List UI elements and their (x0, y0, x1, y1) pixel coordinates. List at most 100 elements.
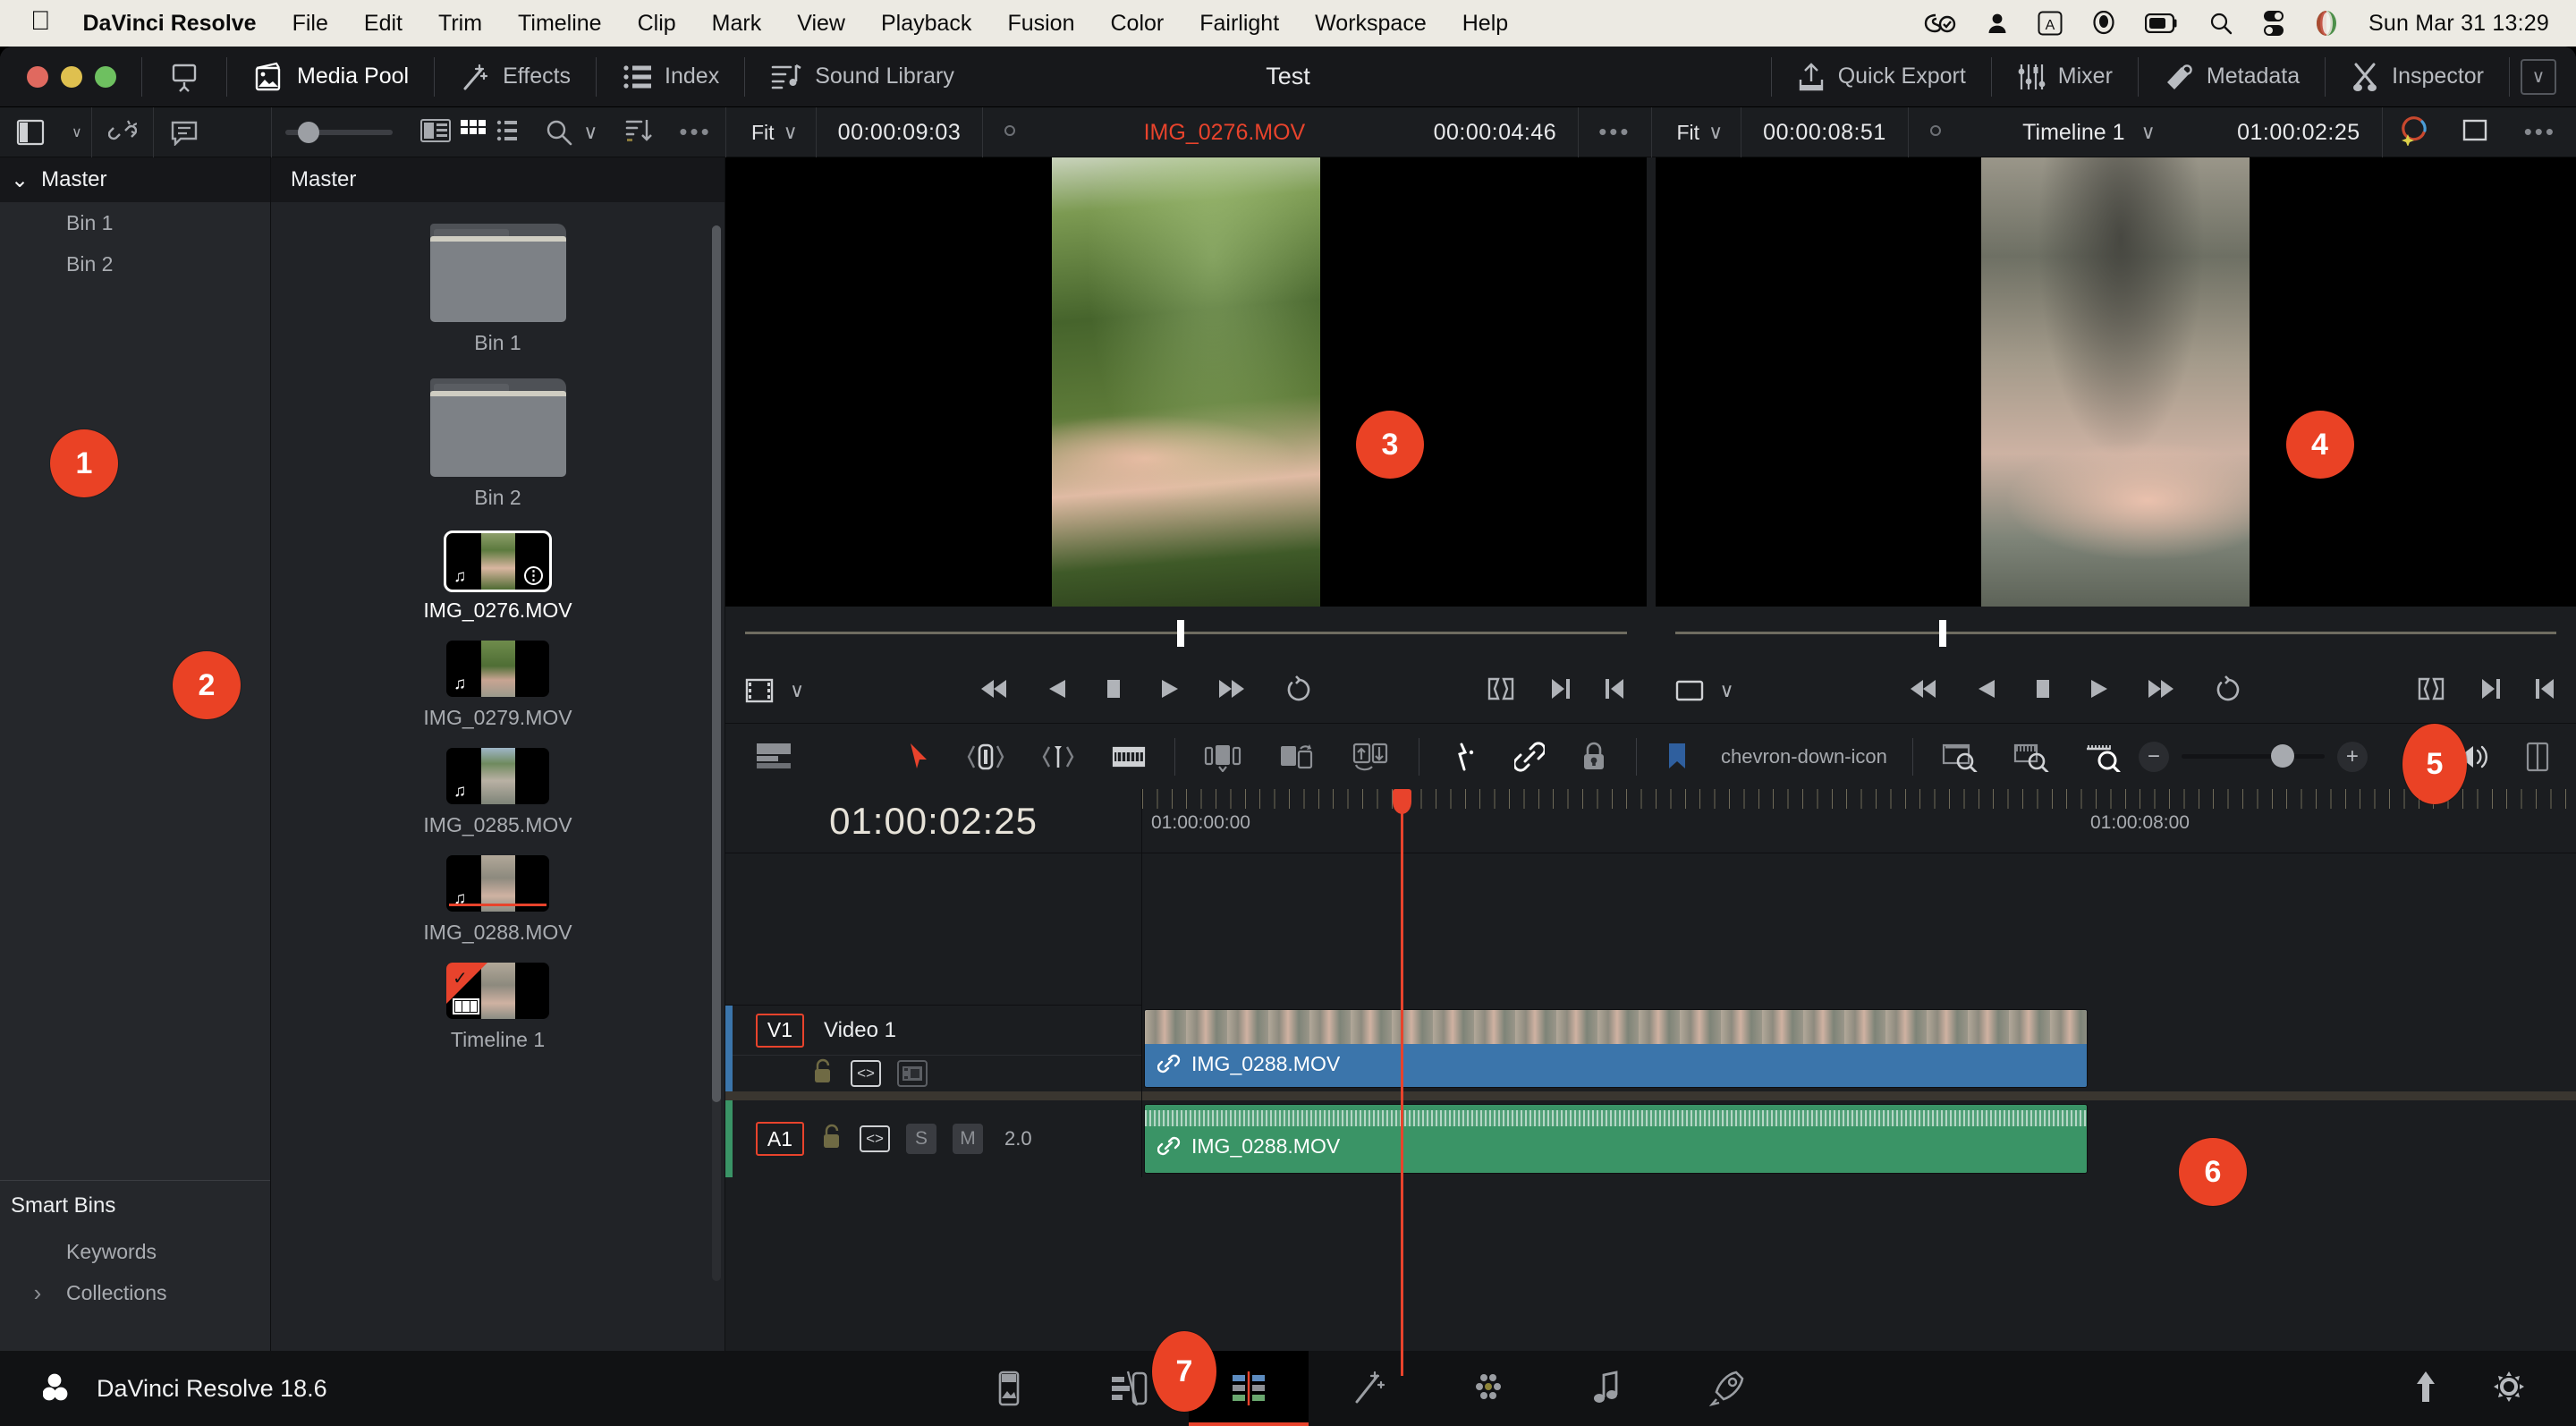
unlink-clips-button[interactable] (92, 107, 153, 157)
menu-view[interactable]: View (797, 11, 845, 37)
play-button[interactable] (1160, 677, 1180, 705)
page-tab-fusion[interactable] (1309, 1351, 1428, 1426)
sidebar-item-keywords[interactable]: Keywords (11, 1231, 270, 1272)
zoom-to-fit-button[interactable] (1924, 724, 1996, 790)
source-zoom-chevron[interactable]: ∨ (784, 121, 816, 144)
detail-zoom-button[interactable] (1996, 724, 2067, 790)
track-v1-badge[interactable]: V1 (756, 1013, 804, 1048)
lock-tracks-toggle-button[interactable] (1563, 724, 1625, 790)
menu-clip[interactable]: Clip (638, 11, 676, 37)
timeline-view-options-button[interactable] (725, 724, 809, 790)
timeline-format-chevron[interactable]: ∨ (1720, 679, 1734, 702)
media-pool-item-img-0285[interactable]: ♫ IMG_0285.MOV (271, 748, 724, 837)
list-view-button[interactable] (419, 118, 451, 147)
timeline-ruler[interactable]: 01:00:00:00 01:00:08:00 (1142, 789, 2576, 853)
control-center-icon[interactable] (2263, 10, 2284, 37)
source-duration[interactable]: 00:00:09:03 (817, 120, 983, 146)
spotlight-search-icon[interactable] (2209, 12, 2233, 35)
play-button[interactable] (2089, 677, 2109, 705)
menu-trim[interactable]: Trim (438, 11, 482, 37)
loop-button[interactable] (2215, 675, 2241, 707)
track-a1-lane[interactable]: IMG_0288.MOV (1142, 1100, 2576, 1177)
mark-out-button[interactable] (2479, 676, 2501, 706)
search-dropdown-chevron[interactable]: ∨ (583, 121, 597, 144)
menu-workspace[interactable]: Workspace (1315, 11, 1427, 37)
source-scrub-track[interactable] (745, 619, 1627, 647)
auto-select-icon[interactable]: <> (860, 1125, 890, 1152)
sidebar-view-dropdown[interactable]: ∨ (63, 107, 91, 157)
timeline-zoom-chevron[interactable]: ∨ (1708, 121, 1741, 144)
source-marker-button[interactable] (983, 123, 1037, 142)
page-tab-fairlight[interactable] (1548, 1351, 1668, 1426)
source-viewer[interactable]: 3 ∨ (725, 157, 1647, 723)
unlock-icon[interactable] (820, 1124, 843, 1155)
stop-button[interactable] (2034, 677, 2052, 705)
timeline-zoom-slider[interactable] (2181, 744, 2325, 768)
panel-metadata[interactable]: Metadata (2140, 47, 2323, 107)
timeline-panel[interactable]: 01:00:02:25 01:00:00:00 01:00:08:00 V1 V… (725, 789, 2576, 1376)
menu-file[interactable]: File (292, 11, 328, 37)
mark-clip-button[interactable] (2417, 676, 2445, 706)
track-a1-badge[interactable]: A1 (756, 1122, 804, 1156)
source-scrub-playhead[interactable] (1176, 619, 1184, 647)
source-zoom-level[interactable]: Fit (726, 121, 784, 145)
jump-to-end-button[interactable] (2147, 677, 2177, 705)
play-reverse-button[interactable] (1977, 677, 1996, 705)
clip-thumbnail[interactable]: ♫ ⋮ (444, 531, 552, 592)
menu-color[interactable]: Color (1110, 11, 1164, 37)
track-enable-icon[interactable] (897, 1060, 928, 1087)
menu-help[interactable]: Help (1462, 11, 1508, 37)
menu-mark[interactable]: Mark (712, 11, 762, 37)
timeline-playhead[interactable] (1393, 789, 1411, 1376)
overwrite-clip-button[interactable] (1259, 724, 1333, 790)
clip-thumbnail[interactable]: ♫ (446, 641, 549, 697)
subtitles-button[interactable] (154, 107, 215, 157)
timeline-selector-label[interactable]: Timeline 1 (2022, 120, 2124, 146)
source-viewer-options-button[interactable]: ••• (1579, 121, 1650, 143)
media-pool-item-img-0276[interactable]: ♫ ⋮ IMG_0276.MOV (271, 531, 724, 623)
add-marker-button[interactable] (1648, 724, 1707, 790)
auto-select-icon[interactable]: <> (851, 1060, 881, 1087)
media-pool-scrollbar[interactable] (712, 225, 721, 1281)
timeline-viewer[interactable]: 4 ∨ (1655, 157, 2576, 723)
sidebar-item-collections[interactable]: › Collections (11, 1272, 270, 1313)
insert-clip-button[interactable] (1186, 724, 1259, 790)
menu-timeline[interactable]: Timeline (518, 11, 602, 37)
panel-media-pool[interactable]: Media Pool (229, 47, 432, 107)
minimize-window-button[interactable] (61, 65, 82, 88)
media-pool-options-button[interactable]: ••• (679, 121, 711, 143)
chevron-right-icon[interactable]: › (27, 1279, 48, 1307)
menu-edit[interactable]: Edit (364, 11, 402, 37)
blade-edit-mode-button[interactable] (1094, 724, 1164, 790)
jump-to-end-button[interactable] (1217, 677, 1248, 705)
project-settings-button[interactable] (2492, 1370, 2526, 1408)
snapping-toggle-button[interactable] (1430, 724, 1496, 790)
sidebar-item-master[interactable]: ⌄ Master (0, 157, 270, 202)
thumbnail-view-button[interactable] (460, 119, 487, 147)
thumbnail-size-slider[interactable] (285, 122, 394, 143)
panel-sound-library[interactable]: Sound Library (747, 47, 978, 107)
panel-effects[interactable]: Effects (436, 47, 594, 107)
mark-in-button[interactable] (2535, 676, 2556, 706)
mark-in-button[interactable] (1605, 676, 1626, 706)
zoom-out-button[interactable]: − (2138, 741, 2169, 772)
dynamic-trim-mode-button[interactable] (1022, 724, 1094, 790)
sort-order-button[interactable] (625, 117, 652, 149)
track-header-a1[interactable]: A1 <> S M 2.0 (725, 1100, 1142, 1177)
maximize-window-button[interactable] (95, 65, 116, 88)
stop-button[interactable] (1105, 677, 1123, 705)
timeline-thumbnail[interactable]: ✓ (446, 963, 549, 1019)
menu-fairlight[interactable]: Fairlight (1199, 11, 1279, 37)
page-tab-media[interactable] (949, 1351, 1069, 1426)
detail-view-button[interactable] (496, 119, 519, 147)
microphone-icon[interactable] (2093, 11, 2114, 36)
timeline-panel-layout-button[interactable] (2508, 724, 2576, 790)
track-v1-lane[interactable]: IMG_0288.MOV (1142, 1006, 2576, 1091)
source-viewer-canvas[interactable]: 3 (725, 157, 1647, 607)
source-scrubber[interactable] (725, 607, 1647, 658)
timeline-scrub-track[interactable] (1674, 619, 2556, 647)
mark-out-button[interactable] (1549, 676, 1571, 706)
timeline-clip-a1[interactable]: IMG_0288.MOV (1144, 1104, 2088, 1174)
replace-clip-button[interactable] (1333, 724, 1408, 790)
menu-playback[interactable]: Playback (881, 11, 971, 37)
